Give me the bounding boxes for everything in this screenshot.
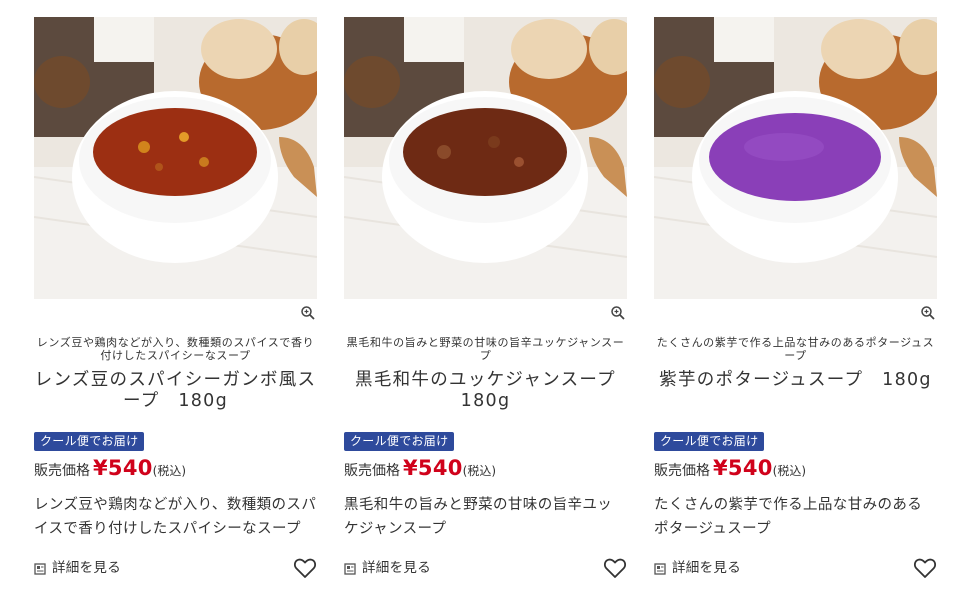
detail-link-label: 詳細を見る <box>672 560 741 576</box>
document-icon <box>34 560 46 575</box>
price-value: ¥540 <box>93 456 153 480</box>
product-image[interactable] <box>654 17 937 299</box>
product-catch-copy: レンズ豆や鶏肉などが入り、数種類のスパイスで香り付けしたスパイシーなスープ <box>36 336 315 362</box>
cool-delivery-badge: クール便でお届け <box>344 432 455 451</box>
detail-link[interactable]: 詳細を見る <box>34 557 121 576</box>
price-value: ¥540 <box>713 456 773 480</box>
cool-delivery-badge: クール便でお届け <box>654 432 765 451</box>
product-grid: レンズ豆や鶏肉などが入り、数種類のスパイスで香り付けしたスパイシーなスープ レン… <box>0 0 965 608</box>
zoom-icon[interactable] <box>920 305 936 321</box>
price-label: 販売価格 <box>654 463 710 479</box>
tax-note: (税込) <box>772 464 807 478</box>
product-image[interactable] <box>344 17 627 299</box>
zoom-icon[interactable] <box>610 305 626 321</box>
cool-delivery-badge: クール便でお届け <box>34 432 145 451</box>
heart-icon[interactable] <box>603 557 627 579</box>
product-description: レンズ豆や鶏肉などが入り、数種類のスパイスで香り付けしたスパイシーなスープ <box>34 497 317 537</box>
price-label: 販売価格 <box>34 463 90 479</box>
product-card: 黒毛和牛の旨みと野菜の甘味の旨辛ユッケジャンスープ 黒毛和牛のユッケジャンスープ… <box>344 17 633 597</box>
product-card: たくさんの紫芋で作る上品な甘みのあるポタージュスープ 紫芋のポタージュスープ 1… <box>654 17 937 597</box>
tax-note: (税込) <box>462 464 497 478</box>
tax-note: (税込) <box>152 464 187 478</box>
product-catch-copy: 黒毛和牛の旨みと野菜の甘味の旨辛ユッケジャンスープ <box>346 336 625 362</box>
product-description: たくさんの紫芋で作る上品な甘みのあるポタージュスープ <box>654 497 923 537</box>
detail-link-label: 詳細を見る <box>362 560 431 576</box>
price-label: 販売価格 <box>344 463 400 479</box>
zoom-icon[interactable] <box>300 305 316 321</box>
detail-link[interactable]: 詳細を見る <box>654 557 741 576</box>
heart-icon[interactable] <box>913 557 937 579</box>
detail-link[interactable]: 詳細を見る <box>344 557 431 576</box>
heart-icon[interactable] <box>293 557 317 579</box>
document-icon <box>654 560 666 575</box>
document-icon <box>344 560 356 575</box>
price-row: 販売価格 ¥540(税込) <box>654 456 806 480</box>
product-name[interactable]: 黒毛和牛のユッケジャンスープ 180g <box>344 370 633 412</box>
product-description: 黒毛和牛の旨みと野菜の甘味の旨辛ユッケジャンスープ <box>344 497 613 537</box>
price-row: 販売価格 ¥540(税込) <box>344 456 496 480</box>
product-name[interactable]: 紫芋のポタージュスープ 180g <box>654 370 937 391</box>
product-card: レンズ豆や鶏肉などが入り、数種類のスパイスで香り付けしたスパイシーなスープ レン… <box>34 17 317 597</box>
product-catch-copy: たくさんの紫芋で作る上品な甘みのあるポタージュスープ <box>656 336 935 362</box>
price-row: 販売価格 ¥540(税込) <box>34 456 186 480</box>
detail-link-label: 詳細を見る <box>52 560 121 576</box>
price-value: ¥540 <box>403 456 463 480</box>
product-image[interactable] <box>34 17 317 299</box>
product-name[interactable]: レンズ豆のスパイシーガンボ風スープ 180g <box>34 370 317 412</box>
